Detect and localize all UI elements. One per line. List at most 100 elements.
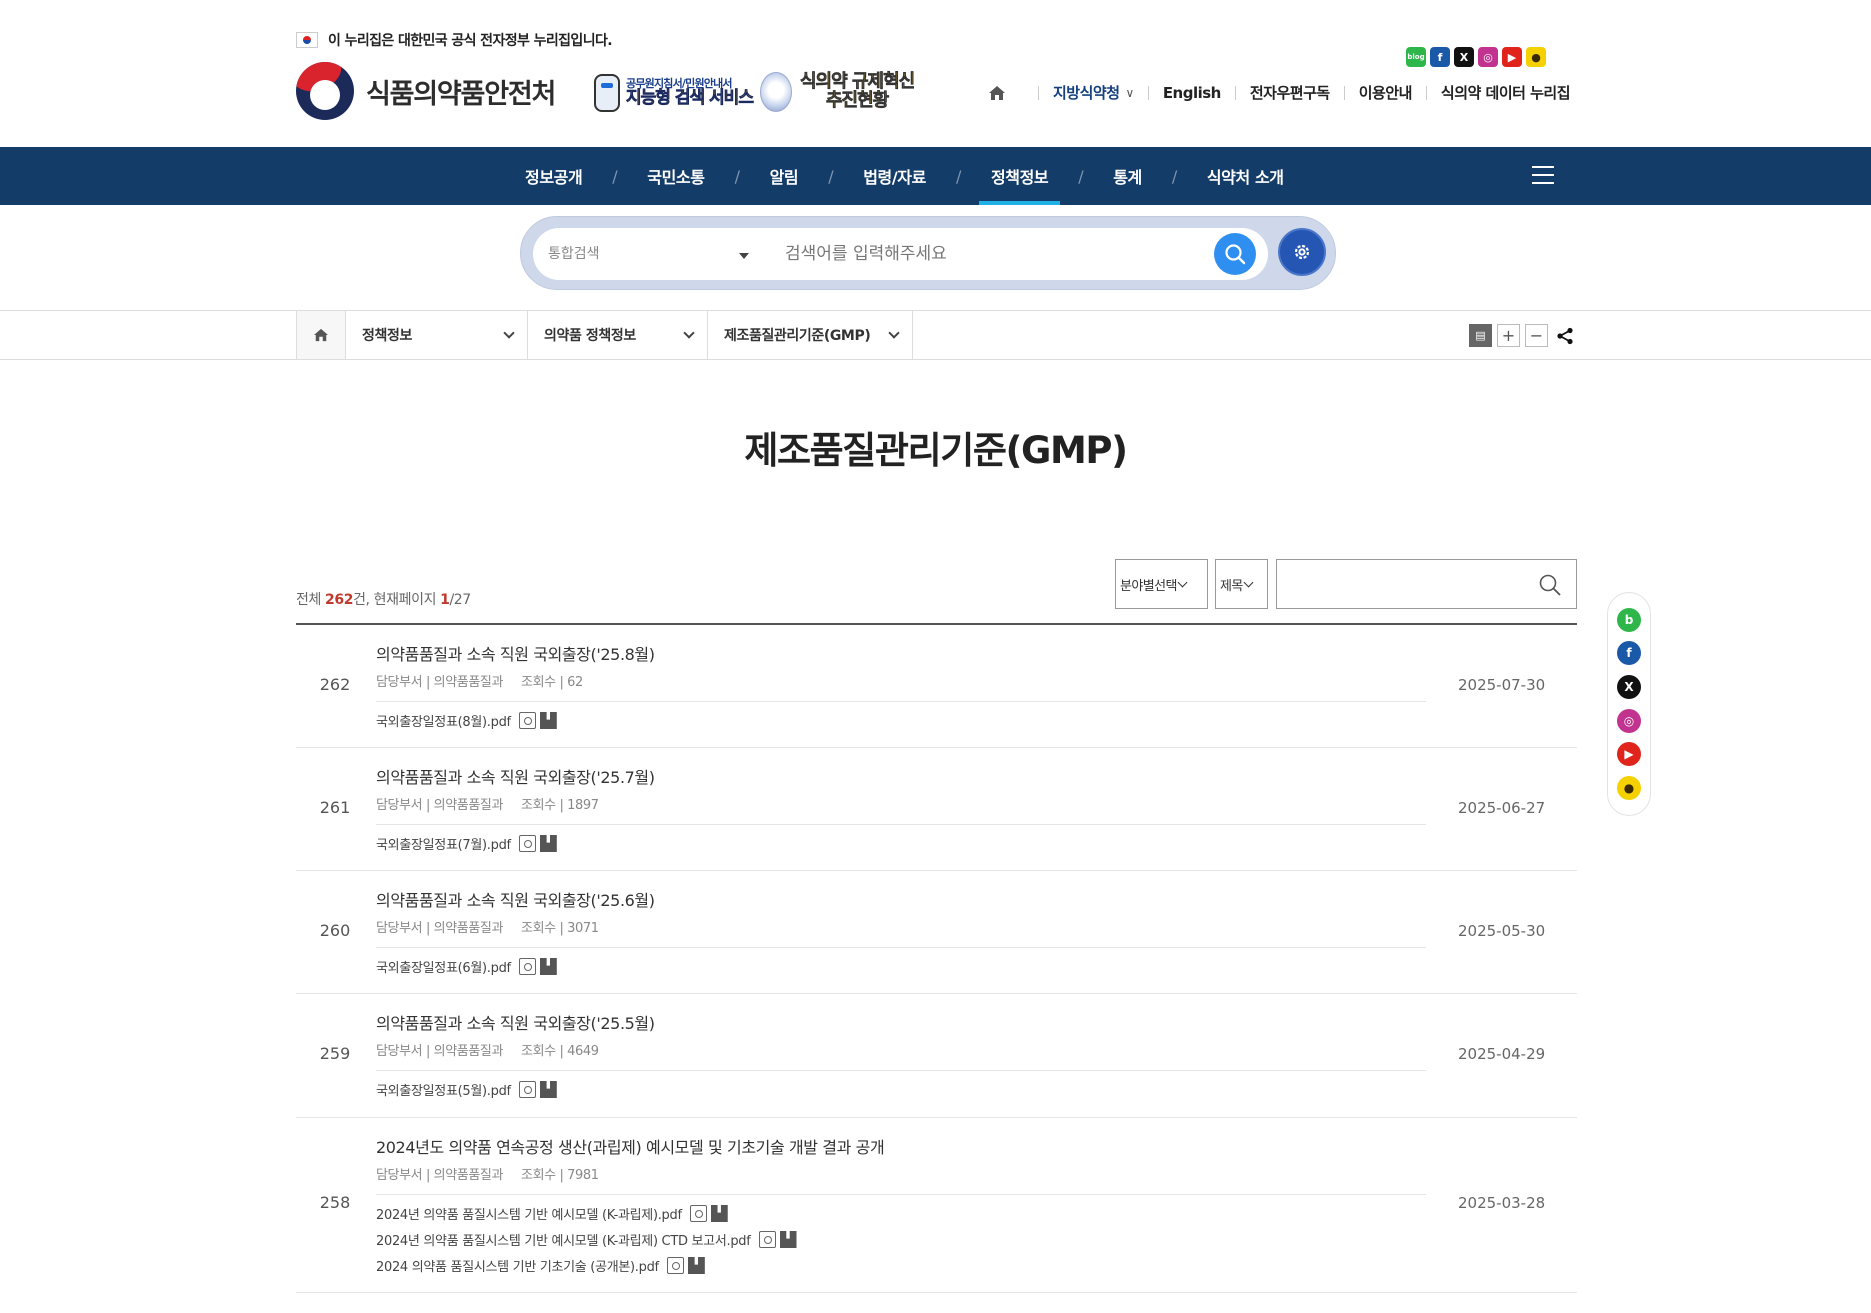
download-icon[interactable] [539, 958, 557, 975]
download-icon[interactable] [779, 1231, 797, 1248]
header-sns-links: blog f X ◎ ▶ ● [1406, 47, 1546, 67]
breadcrumb-label: 제조품질관리기준(GMP) [724, 328, 871, 344]
post-views: 조회수 | 1897 [521, 798, 599, 813]
post-title[interactable]: 의약품품질과 소속 직원 국외출장('25.6월) [376, 887, 655, 911]
zoom-in-icon[interactable]: + [1497, 324, 1520, 347]
post-dept: 담당부서 | 의약품품질과 [376, 1044, 504, 1059]
share-icon[interactable] [1553, 324, 1576, 347]
chevron-down-icon[interactable]: ∨ [1126, 86, 1135, 100]
x-icon[interactable]: X [1617, 675, 1641, 700]
field-filter-select[interactable]: 분야별선택 [1115, 559, 1208, 609]
list-search-field[interactable] [1276, 559, 1577, 609]
attachment: 국외출장일정표(7월).pdf [376, 834, 557, 853]
preview-icon[interactable] [518, 835, 536, 852]
post-meta: 담당부서 | 의약품품질과 조회수 | 62 [376, 671, 583, 690]
youtube-icon[interactable]: ▶ [1502, 47, 1522, 67]
search-settings-button[interactable] [1278, 228, 1326, 276]
print-icon[interactable]: ▤ [1469, 324, 1492, 347]
promo-banner-regulatory-innovation[interactable]: 식의약 규제혁신 추진현황 [760, 72, 915, 112]
post-meta: 담당부서 | 의약품품질과 조회수 | 1897 [376, 794, 599, 813]
preview-icon[interactable] [758, 1231, 776, 1248]
attachment-name[interactable]: 국외출장일정표(6월).pdf [376, 957, 511, 976]
preview-icon[interactable] [689, 1205, 707, 1222]
gnb-item-statistics[interactable]: 통계 [1101, 147, 1154, 205]
facebook-icon[interactable]: f [1617, 641, 1641, 666]
preview-icon[interactable] [518, 712, 536, 729]
home-icon[interactable] [988, 85, 1006, 101]
menu-icon[interactable] [1532, 166, 1554, 184]
gnb-item-about[interactable]: 식약처 소개 [1195, 147, 1296, 205]
logo-text: 식품의약품안전처 [366, 78, 556, 110]
x-icon[interactable]: X [1454, 47, 1474, 67]
search-button[interactable] [1214, 233, 1256, 275]
post-number: 259 [319, 1044, 351, 1063]
util-link-data-portal[interactable]: 식의약 데이터 누리집 [1441, 82, 1571, 103]
download-icon[interactable] [539, 1081, 557, 1098]
attachment-name[interactable]: 국외출장일정표(7월).pdf [376, 834, 511, 853]
list-item[interactable]: 260 의약품품질과 소속 직원 국외출장('25.6월) 담당부서 | 의약품… [296, 871, 1577, 994]
site-logo[interactable]: 식품의약품안전처 [296, 62, 556, 120]
preview-icon[interactable] [518, 1081, 536, 1098]
list-item[interactable]: 262 의약품품질과 소속 직원 국외출장('25.8월) 담당부서 | 의약품… [296, 625, 1577, 748]
list-item[interactable]: 259 의약품품질과 소속 직원 국외출장('25.5월) 담당부서 | 의약품… [296, 994, 1577, 1118]
blog-icon[interactable]: blog [1406, 47, 1426, 67]
breadcrumb-item-policy-info[interactable]: 정책정보 [346, 311, 528, 359]
attachment-name[interactable]: 국외출장일정표(8월).pdf [376, 711, 511, 730]
divider [376, 947, 1426, 948]
attachment-name[interactable]: 2024년 의약품 품질시스템 기반 예시모델 (K-과립제).pdf [376, 1204, 682, 1223]
util-link-email-subscribe[interactable]: 전자우편구독 [1250, 82, 1330, 103]
kakao-icon[interactable]: ● [1526, 47, 1546, 67]
util-link-english[interactable]: English [1163, 84, 1222, 102]
preview-icon[interactable] [518, 958, 536, 975]
search-input[interactable] [785, 240, 1185, 268]
caret-down-icon[interactable] [739, 253, 749, 259]
download-icon[interactable] [539, 712, 557, 729]
blog-icon[interactable]: b [1617, 607, 1641, 632]
gnb-item-communication[interactable]: 국민소통 [635, 147, 716, 205]
gnb-item-policy-info[interactable]: 정책정보 [978, 147, 1061, 205]
breadcrumb-item-gmp[interactable]: 제조품질관리기준(GMP) [708, 311, 913, 359]
list-item[interactable]: 261 의약품품질과 소속 직원 국외출장('25.7월) 담당부서 | 의약품… [296, 748, 1577, 871]
breadcrumb-home-icon[interactable] [296, 311, 346, 359]
gov-notice-text: 이 누리집은 대한민국 공식 전자정부 누리집입니다. [328, 33, 613, 49]
download-icon[interactable] [687, 1257, 705, 1274]
post-date: 2025-03-28 [1458, 1194, 1546, 1212]
divider [1425, 85, 1427, 100]
post-number: 262 [319, 675, 351, 694]
util-link-regional[interactable]: 지방식약청 [1053, 82, 1120, 103]
preview-icon[interactable] [666, 1257, 684, 1274]
post-views: 조회수 | 3071 [521, 921, 599, 936]
post-meta: 담당부서 | 의약품품질과 조회수 | 3071 [376, 917, 599, 936]
post-title[interactable]: 2024년도 의약품 연속공정 생산(과립제) 예시모델 및 기초기술 개발 결… [376, 1134, 885, 1158]
facebook-icon[interactable]: f [1430, 47, 1450, 67]
promo-banner-intelligent-search[interactable]: 공무원지침서/민원안내서 지능형 검색 서비스 [594, 74, 754, 112]
breadcrumb-item-drug-policy[interactable]: 의약품 정책정보 [528, 311, 708, 359]
kakao-icon[interactable]: ● [1617, 776, 1641, 801]
attachment-name[interactable]: 2024 의약품 품질시스템 기반 기초기술 (공개본).pdf [376, 1256, 659, 1275]
post-title[interactable]: 의약품품질과 소속 직원 국외출장('25.8월) [376, 641, 655, 665]
attachment-name[interactable]: 2024년 의약품 품질시스템 기반 예시모델 (K-과립제) CTD 보고서.… [376, 1230, 751, 1249]
search-category-select[interactable]: 통합검색 [548, 228, 600, 280]
download-icon[interactable] [710, 1205, 728, 1222]
divider [376, 824, 1426, 825]
post-number: 260 [319, 921, 351, 940]
search-type-select[interactable]: 제목 [1215, 559, 1268, 609]
post-views: 조회수 | 4649 [521, 1044, 599, 1059]
list-item[interactable]: 258 2024년도 의약품 연속공정 생산(과립제) 예시모델 및 기초기술 … [296, 1118, 1577, 1293]
attachment-name[interactable]: 국외출장일정표(5월).pdf [376, 1080, 511, 1099]
youtube-icon[interactable]: ▶ [1617, 742, 1641, 767]
zoom-out-icon[interactable]: − [1525, 324, 1548, 347]
post-title[interactable]: 의약품품질과 소속 직원 국외출장('25.7월) [376, 764, 655, 788]
util-link-guide[interactable]: 이용안내 [1359, 82, 1413, 103]
gnb-item-law-data[interactable]: 법령/자료 [851, 147, 938, 205]
search-icon[interactable] [1538, 573, 1562, 597]
gnb-item-notice[interactable]: 알림 [758, 147, 811, 205]
instagram-icon[interactable]: ◎ [1478, 47, 1498, 67]
mfds-emblem-icon [296, 62, 354, 120]
download-icon[interactable] [539, 835, 557, 852]
post-number: 261 [319, 798, 351, 817]
instagram-icon[interactable]: ◎ [1617, 708, 1641, 733]
post-title[interactable]: 의약품품질과 소속 직원 국외출장('25.5월) [376, 1010, 655, 1034]
breadcrumb-label: 정책정보 [362, 328, 412, 344]
gnb-item-info-disclosure[interactable]: 정보공개 [513, 147, 594, 205]
